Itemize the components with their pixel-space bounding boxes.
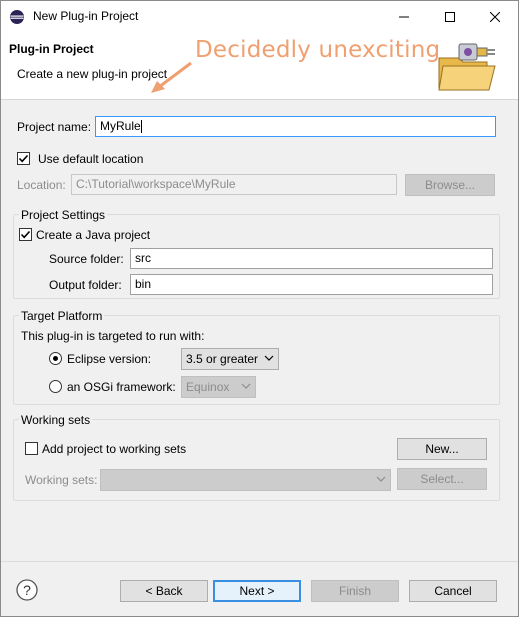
eclipse-icon	[10, 10, 24, 24]
working-sets-select[interactable]	[100, 469, 391, 491]
svg-text:?: ?	[23, 582, 31, 598]
project-name-input[interactable]: MyRule	[95, 116, 496, 137]
checkmark-icon	[18, 154, 29, 163]
working-sets-title: Working sets	[19, 413, 93, 427]
use-default-location-checkbox[interactable]	[17, 152, 30, 165]
working-sets-label: Working sets:	[25, 473, 98, 487]
chevron-down-icon	[264, 355, 274, 361]
cancel-button[interactable]: Cancel	[409, 580, 497, 602]
title-bar: New Plug-in Project	[1, 1, 518, 32]
osgi-framework-value: Equinox	[186, 380, 230, 394]
dialog-window: New Plug-in Project Plug-in Project Crea…	[0, 0, 519, 617]
project-name-label: Project name:	[17, 120, 92, 134]
page-description: Create a new plug-in project	[17, 67, 168, 81]
chevron-down-icon	[241, 383, 251, 389]
back-button[interactable]: < Back	[120, 580, 208, 602]
new-working-set-button[interactable]: New...	[397, 438, 487, 460]
output-folder-label: Output folder:	[49, 278, 122, 292]
osgi-framework-radio[interactable]	[49, 380, 62, 393]
source-folder-label: Source folder:	[49, 252, 124, 266]
close-icon	[490, 11, 500, 22]
osgi-framework-select[interactable]: Equinox	[181, 376, 256, 398]
next-button[interactable]: Next >	[213, 580, 301, 602]
help-icon[interactable]: ?	[16, 579, 38, 601]
maximize-button[interactable]	[427, 1, 473, 32]
select-working-sets-button[interactable]: Select...	[397, 468, 487, 490]
minimize-button[interactable]	[381, 1, 427, 32]
eclipse-version-value: 3.5 or greater	[186, 352, 259, 366]
osgi-framework-label: an OSGi framework:	[67, 380, 176, 394]
add-to-working-sets-checkbox[interactable]	[25, 442, 38, 455]
radio-selected-dot	[53, 356, 58, 361]
window-title: New Plug-in Project	[33, 9, 139, 23]
use-default-location-label: Use default location	[38, 152, 144, 166]
minimize-icon	[399, 16, 409, 17]
finish-button[interactable]: Finish	[311, 580, 399, 602]
source-folder-input[interactable]: src	[130, 248, 493, 269]
target-platform-intro: This plug-in is targeted to run with:	[21, 329, 205, 343]
location-label: Location:	[17, 178, 66, 192]
eclipse-version-select[interactable]: 3.5 or greater	[181, 348, 279, 370]
plugin-folder-icon	[438, 43, 496, 91]
location-input[interactable]: C:\Tutorial\workspace\MyRule	[71, 174, 397, 195]
project-settings-title: Project Settings	[19, 208, 108, 222]
browse-button[interactable]: Browse...	[405, 174, 495, 196]
create-java-project-checkbox[interactable]	[19, 228, 32, 241]
target-platform-title: Target Platform	[19, 309, 105, 323]
output-folder-input[interactable]: bin	[130, 274, 493, 295]
eclipse-version-label: Eclipse version:	[67, 352, 152, 366]
annotation-text: Decidedly unexciting	[195, 37, 441, 63]
chevron-down-icon	[376, 476, 386, 482]
close-button[interactable]	[472, 1, 518, 32]
add-to-working-sets-label: Add project to working sets	[42, 442, 187, 456]
eclipse-version-radio[interactable]	[49, 352, 62, 365]
maximize-icon	[445, 11, 455, 22]
checkmark-icon	[20, 230, 31, 239]
annotation-arrow-icon	[151, 61, 192, 93]
footer-divider	[1, 561, 518, 562]
create-java-project-label: Create a Java project	[36, 228, 151, 242]
page-title: Plug-in Project	[9, 42, 94, 56]
